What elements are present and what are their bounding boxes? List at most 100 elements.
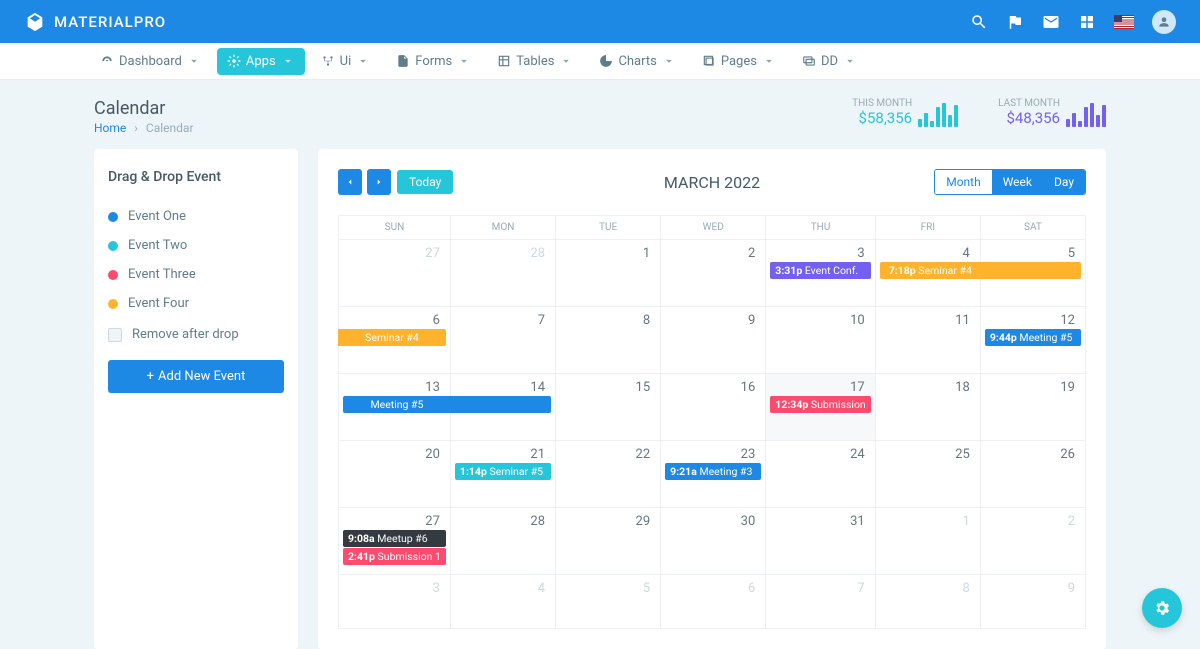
dow-thu: THU	[766, 216, 875, 240]
prev-button[interactable]	[338, 169, 362, 195]
day-cell[interactable]: 29	[556, 508, 661, 575]
draggable-event-two[interactable]: Event Two	[108, 238, 284, 253]
draggable-event-one[interactable]: Event One	[108, 209, 284, 224]
dow-wed: WED	[661, 216, 766, 240]
day-cell[interactable]: 21 1:14p Seminar #5	[451, 441, 556, 508]
event-meeting5[interactable]: 9:44p Meeting #5	[985, 329, 1081, 346]
day-cell[interactable]: 7	[766, 575, 875, 629]
day-cell[interactable]: 27 9:08a Meetup #6 2:41p Submission 1	[339, 508, 451, 575]
flag-icon[interactable]	[1006, 13, 1024, 31]
nav-dashboard[interactable]: Dashboard	[90, 48, 211, 75]
day-cell[interactable]: 9	[981, 575, 1086, 629]
calendar-grid: SUN MON TUE WED THU FRI SAT 27 28 1 2 3 …	[338, 215, 1086, 629]
view-month-button[interactable]: Month	[935, 170, 991, 194]
day-cell[interactable]: 19	[981, 374, 1086, 441]
add-new-event-button[interactable]: +Add New Event	[108, 360, 284, 393]
day-cell[interactable]: 30	[661, 508, 766, 575]
apps-grid-icon[interactable]	[1078, 13, 1096, 31]
dow-fri: FRI	[876, 216, 981, 240]
nav-dd[interactable]: DD	[792, 48, 867, 75]
day-cell[interactable]: 4 7:18p Seminar #4	[876, 240, 981, 307]
mail-icon[interactable]	[1042, 13, 1060, 31]
day-cell-today[interactable]: 17 12:34p Submission	[766, 374, 875, 441]
day-cell[interactable]: 12 9:44p Meeting #5	[981, 307, 1086, 374]
locale-flag-icon[interactable]	[1114, 15, 1134, 29]
day-cell[interactable]: 6 Seminar #4	[339, 307, 451, 374]
day-cell[interactable]: 25	[876, 441, 981, 508]
search-icon[interactable]	[970, 13, 988, 31]
day-cell[interactable]: 16	[661, 374, 766, 441]
chevron-right-icon: ›	[134, 121, 138, 135]
event-meetup6[interactable]: 9:08a Meetup #6	[343, 530, 446, 547]
day-cell[interactable]: 1	[556, 240, 661, 307]
nav-pages[interactable]: Pages	[692, 48, 786, 75]
view-week-button[interactable]: Week	[992, 170, 1043, 194]
sparkline-last	[1066, 103, 1106, 127]
day-cell[interactable]: 20	[339, 441, 451, 508]
dow-mon: MON	[451, 216, 556, 240]
day-cell[interactable]: 9	[661, 307, 766, 374]
day-cell[interactable]: 15	[556, 374, 661, 441]
day-cell[interactable]: 18	[876, 374, 981, 441]
breadcrumb-home[interactable]: Home	[94, 121, 126, 135]
breadcrumb: Home › Calendar	[94, 121, 194, 135]
day-cell[interactable]: 8	[556, 307, 661, 374]
event-meeting5-tail[interactable]	[450, 396, 551, 413]
day-cell[interactable]: 2	[661, 240, 766, 307]
day-cell[interactable]: 27	[339, 240, 451, 307]
event-meeting3[interactable]: 9:21a Meeting #3	[665, 463, 761, 480]
brand-logo[interactable]: MATERIALPRO	[24, 11, 166, 33]
day-cell[interactable]: 26	[981, 441, 1086, 508]
day-cell[interactable]: 10	[766, 307, 875, 374]
draggable-event-four[interactable]: Event Four	[108, 296, 284, 311]
avatar[interactable]	[1152, 10, 1176, 34]
event-conf[interactable]: 3:31p Event Conf.	[770, 262, 870, 279]
nav-tables[interactable]: Tables	[487, 48, 583, 75]
nav-forms[interactable]: Forms	[386, 48, 481, 75]
day-cell[interactable]: 4	[451, 575, 556, 629]
event-seminar4-tail[interactable]: Seminar #4	[338, 329, 446, 346]
day-cell[interactable]: 1	[876, 508, 981, 575]
stat-last-label: LAST MONTH	[998, 98, 1060, 109]
day-cell[interactable]: 3	[339, 575, 451, 629]
event-meeting5-ext[interactable]: Meeting #5	[343, 396, 451, 413]
draggable-event-three[interactable]: Event Three	[108, 267, 284, 282]
nav-apps[interactable]: Apps	[217, 48, 305, 75]
day-cell[interactable]: 28	[451, 240, 556, 307]
gear-icon	[1153, 599, 1171, 617]
day-cell[interactable]: 8	[876, 575, 981, 629]
day-cell[interactable]: 3 3:31p Event Conf.	[766, 240, 875, 307]
day-cell[interactable]: 23 9:21a Meeting #3	[661, 441, 766, 508]
day-cell[interactable]: 11	[876, 307, 981, 374]
event-submission[interactable]: 12:34p Submission	[770, 396, 870, 413]
event-seminar4-ext[interactable]	[980, 262, 1081, 279]
next-button[interactable]	[367, 169, 391, 195]
day-cell[interactable]: 5	[981, 240, 1086, 307]
stat-this-label: THIS MONTH	[852, 98, 912, 109]
day-cell[interactable]: 31	[766, 508, 875, 575]
settings-fab[interactable]	[1142, 588, 1182, 628]
view-day-button[interactable]: Day	[1043, 170, 1085, 194]
nav-ui[interactable]: Ui	[311, 48, 381, 75]
day-cell[interactable]: 7	[451, 307, 556, 374]
calendar-title: MARCH 2022	[664, 173, 760, 192]
today-button[interactable]: Today	[397, 170, 453, 194]
stat-last-value: $48,356	[998, 109, 1060, 127]
day-cell[interactable]: 22	[556, 441, 661, 508]
plus-icon: +	[147, 369, 154, 384]
side-title: Drag & Drop Event	[108, 169, 284, 185]
nav-charts[interactable]: Charts	[589, 48, 685, 75]
day-cell[interactable]: 6	[661, 575, 766, 629]
stat-this-value: $58,356	[852, 109, 912, 127]
day-cell[interactable]: 24	[766, 441, 875, 508]
event-submission2[interactable]: 2:41p Submission 1	[343, 548, 446, 565]
day-cell[interactable]: 28	[451, 508, 556, 575]
day-cell[interactable]: 2	[981, 508, 1086, 575]
event-seminar5[interactable]: 1:14p Seminar #5	[455, 463, 551, 480]
day-cell[interactable]: 5	[556, 575, 661, 629]
day-cell[interactable]: 14	[451, 374, 556, 441]
day-cell[interactable]: 13 Meeting #5	[339, 374, 451, 441]
remove-after-drop-checkbox[interactable]: Remove after drop	[108, 327, 284, 342]
sparkline-this	[918, 103, 958, 127]
event-seminar4[interactable]: 7:18p Seminar #4	[880, 262, 981, 279]
